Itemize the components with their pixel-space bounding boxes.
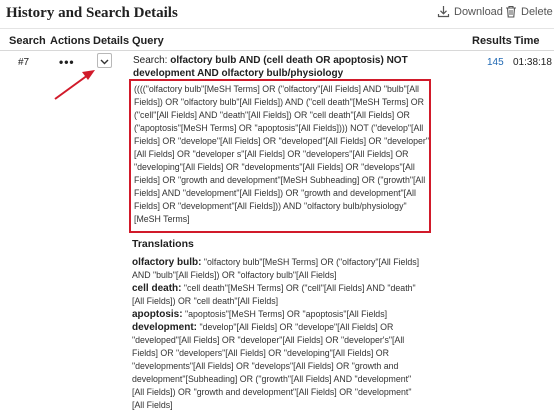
translation-item: cell death: "cell death"[MeSH Terms] OR … <box>132 282 422 308</box>
chevron-down-icon <box>100 52 109 70</box>
header-divider <box>0 50 554 51</box>
column-header-search: Search <box>9 35 46 47</box>
download-button[interactable]: Download <box>437 5 503 18</box>
column-header-results: Results <box>472 35 512 47</box>
column-header-details: Details <box>93 35 130 47</box>
delete-label: Delete <box>521 5 553 18</box>
column-header-time: Time <box>514 35 540 47</box>
trash-icon <box>505 5 517 18</box>
details-toggle-button[interactable] <box>97 53 112 68</box>
download-label: Download <box>454 5 503 18</box>
query-prefix: Search: <box>133 55 168 66</box>
translation-term: olfactory bulb: <box>132 257 202 268</box>
translations-heading: Translations <box>132 238 194 250</box>
search-time: 01:38:18 <box>513 57 552 68</box>
translation-term: development: <box>132 322 198 333</box>
ellipsis-icon[interactable]: ••• <box>59 55 75 69</box>
query-bold-text: olfactory bulb AND (cell death OR apopto… <box>133 55 408 79</box>
translation-text: "apoptosis"[MeSH Terms] OR "apoptosis"[A… <box>185 309 388 319</box>
column-header-actions: Actions <box>50 35 91 47</box>
expanded-query-text: (((("olfactory bulb"[MeSH Terms] OR ("ol… <box>134 84 429 224</box>
results-count-link[interactable]: 145 <box>487 57 504 68</box>
translation-item: development: "develop"[All Fields] OR "d… <box>132 321 422 412</box>
translation-item: apoptosis: "apoptosis"[MeSH Terms] OR "a… <box>132 308 422 321</box>
translation-term: cell death: <box>132 283 182 294</box>
history-toolbar: History and Search Details Download Dele… <box>0 0 554 29</box>
search-number: #7 <box>18 57 30 68</box>
download-icon <box>437 5 450 18</box>
translation-item: olfactory bulb: "olfactory bulb"[MeSH Te… <box>132 256 422 282</box>
translation-text: "develop"[All Fields] OR "develope"[All … <box>132 322 412 410</box>
column-header-query: Query <box>132 35 164 47</box>
page-title: History and Search Details <box>6 5 178 21</box>
query-summary: Search: olfactory bulb AND (cell death O… <box>133 55 463 80</box>
delete-button[interactable]: Delete <box>505 5 553 18</box>
translation-term: apoptosis: <box>132 309 183 320</box>
